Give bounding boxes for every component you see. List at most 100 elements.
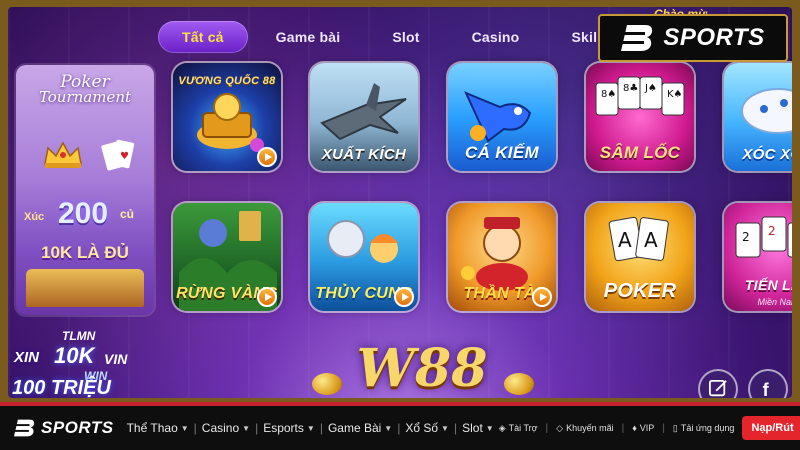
nav-utilities: ◈ Tài Trợ | ◇ Khuyến mãi | ♦ VIP | ▯ Tải ứng… — [499, 416, 800, 440]
game-tile-thuy-cung[interactable]: THỦY CUNG — [310, 203, 418, 311]
sponsor-icon: ◈ — [498, 422, 506, 433]
facebook-icon: f — [763, 380, 770, 398]
tab-slot[interactable]: Slot — [368, 21, 443, 53]
promo-subtitle: 10K LÀ ĐỦ — [41, 243, 129, 262]
deposit-withdraw-button[interactable]: Nạp/Rút — [742, 416, 800, 440]
util-label: Tải ứng dụng — [680, 423, 735, 433]
tlmn-vin: VIN — [104, 351, 128, 367]
nav-item-esports[interactable]: Esports ▼ — [258, 421, 320, 435]
nav-item-label: Esports — [263, 421, 304, 435]
cards-deco-icon: ♥ — [101, 139, 135, 171]
banner-title-line2: Tournament — [38, 88, 132, 106]
svg-text:A: A — [618, 228, 632, 252]
svg-text:2: 2 — [742, 230, 750, 244]
svg-text:2: 2 — [768, 224, 776, 238]
game-label: POKER — [603, 280, 677, 302]
tab-all[interactable]: Tất cả — [158, 21, 248, 53]
tlmn-xin: XIN — [14, 349, 40, 366]
svg-text:♥: ♥ — [120, 151, 129, 162]
nav-item-label: Thể Thao — [126, 421, 178, 435]
caret-down-icon: ▼ — [485, 423, 494, 433]
game-label: TIẾN LÊN — [744, 277, 792, 293]
game-label: XUẤT KÍCH — [321, 146, 407, 163]
util-promotions[interactable]: ◇ Khuyến mãi — [556, 423, 613, 434]
poker-tournament-banner[interactable]: Poker Tournament ♥ Xúc 200 củ 10K LÀ ĐỦ — [16, 65, 154, 315]
game-tile-xoc-xoc[interactable]: XÓC XÓC — [724, 63, 792, 171]
category-tabs: Tất cả Game bài Slot Casino Skill — [158, 21, 625, 53]
game-tile-sam-loc[interactable]: 8♠ 8♣ J♠ K♠ SÂM LỐC — [586, 63, 694, 171]
game-label: XÓC XÓC — [742, 146, 792, 163]
play-icon[interactable] — [394, 287, 414, 307]
promo-amount: 200 — [58, 197, 109, 230]
bsports-logo-badge: SPORTS — [598, 14, 788, 62]
brand-w88: W88 — [356, 338, 488, 399]
promo-unit: củ — [120, 207, 135, 221]
nav-menu: Thể Thao ▼ | Casino ▼ | Esports ▼ | Game Bà… — [122, 421, 499, 435]
promo-prefix: Xúc — [24, 211, 45, 223]
two-cards-icon: 2 2 2 — [735, 216, 792, 258]
tlmn-promo[interactable]: TLMN XIN 10K VIN WIN 100 TRIỆU — [12, 329, 162, 398]
util-download-app[interactable]: ▯ Tải ứng dụng — [673, 423, 735, 434]
game-label: SÂM LỐC — [599, 143, 681, 162]
tab-card-games[interactable]: Game bài — [252, 21, 365, 53]
nav-item-card-games[interactable]: Game Bài ▼ — [323, 421, 397, 435]
game-tile-xuat-kich[interactable]: XUẤT KÍCH — [310, 63, 418, 171]
nav-item-label: Game Bài — [327, 421, 382, 435]
nav-item-lottery[interactable]: Xổ Số ▼ — [400, 421, 454, 435]
game-tile-vuong-quoc[interactable]: VƯƠNG QUỐC 88 — [173, 63, 281, 171]
game-tile-poker[interactable]: A A POKER — [586, 203, 694, 311]
coin-icon — [312, 373, 342, 395]
nav-item-sports[interactable]: Thể Thao ▼ — [122, 421, 194, 435]
game-tile-tien-len[interactable]: 2 2 2 TIẾN LÊN Miền Nam — [724, 203, 792, 311]
bottom-nav-bar: SPORTS Thể Thao ▼ | Casino ▼ | Esports ▼ | … — [0, 402, 800, 450]
play-icon[interactable] — [257, 147, 277, 167]
nav-item-casino[interactable]: Casino ▼ — [197, 421, 255, 435]
svg-text:A: A — [644, 228, 658, 252]
game-lobby-screen: Chào mừ Tất cả Game bài Slot Casino Skil… — [8, 7, 792, 398]
edit-button[interactable] — [698, 369, 738, 398]
nav-logo[interactable]: SPORTS — [0, 418, 122, 438]
svg-text:f: f — [763, 380, 770, 398]
phone-icon: ▯ — [672, 422, 678, 433]
tlmn-prize: 100 TRIỆU — [12, 377, 111, 398]
crown-icon — [44, 141, 82, 168]
caret-down-icon: ▼ — [441, 423, 449, 433]
logo-text: SPORTS — [663, 24, 765, 51]
svg-text:8♠: 8♠ — [601, 89, 616, 100]
play-icon[interactable] — [532, 287, 552, 307]
bsports-b-icon — [621, 25, 653, 51]
play-icon[interactable] — [257, 287, 277, 307]
diamond-icon: ♦ — [632, 423, 637, 433]
util-label: VIP — [639, 423, 655, 433]
game-sublabel: Miền Nam — [757, 297, 792, 307]
bsports-b-icon — [14, 419, 35, 437]
facebook-button[interactable]: f — [748, 369, 788, 398]
util-label: Khuyến mãi — [566, 423, 614, 433]
svg-text:J♠: J♠ — [644, 83, 657, 94]
svg-text:8♣: 8♣ — [623, 83, 638, 94]
svg-text:K♠: K♠ — [667, 89, 683, 100]
game-tile-ca-kiem[interactable]: CÁ KIẾM — [448, 63, 556, 171]
game-label: VƯƠNG QUỐC 88 — [178, 75, 276, 87]
nav-item-slot[interactable]: Slot ▼ — [457, 421, 499, 435]
tab-casino[interactable]: Casino — [448, 21, 544, 53]
tlmn-amount: 10K — [54, 343, 95, 368]
caret-down-icon: ▼ — [306, 423, 315, 433]
banner-title: Poker Tournament — [16, 74, 154, 106]
util-divider: | — [662, 422, 665, 434]
util-divider: | — [621, 422, 625, 434]
util-vip[interactable]: ♦ VIP — [632, 423, 654, 433]
caret-down-icon: ▼ — [180, 423, 189, 433]
edit-icon — [709, 380, 727, 397]
util-label: Tài Trợ — [508, 423, 538, 433]
util-sponsor[interactable]: ◈ Tài Trợ — [499, 423, 538, 434]
game-tile-rung-vang[interactable]: RỪNG VÀNG — [173, 203, 281, 311]
game-tile-than-tai[interactable]: THẦN TÀI — [448, 203, 556, 311]
w88-brand-logo: W88 — [308, 337, 538, 398]
caret-down-icon: ▼ — [384, 423, 393, 433]
nav-logo-text: SPORTS — [41, 418, 114, 437]
game-label: CÁ KIẾM — [465, 143, 539, 162]
tag-icon: ◇ — [556, 422, 564, 433]
util-divider: | — [545, 422, 549, 434]
nav-item-label: Slot — [462, 421, 483, 435]
